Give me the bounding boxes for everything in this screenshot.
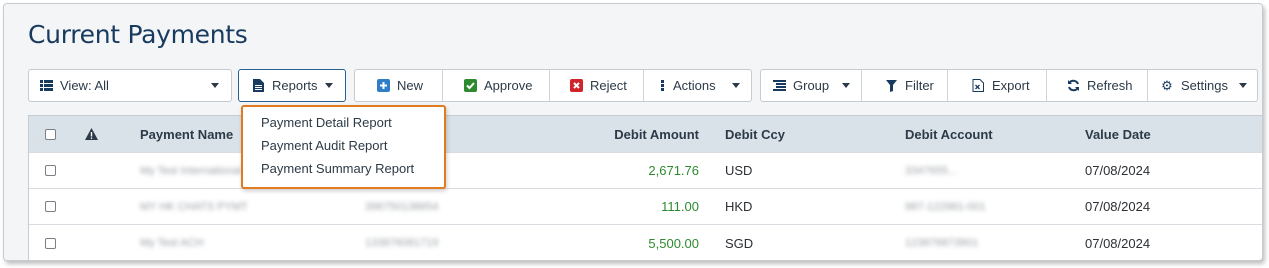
value-date-cell: 07/08/2024 (1085, 163, 1151, 178)
settings-dropdown[interactable]: ⚙ Settings (1147, 70, 1257, 101)
debit-account-cell: 987-122981-001 (905, 200, 986, 213)
table-tools-group: Group Filter Export Refresh ⚙ Settings (760, 69, 1258, 102)
export-button[interactable]: Export (947, 70, 1046, 101)
payment-actions-group: New Approve Reject Actions (354, 69, 752, 102)
chevron-down-icon (732, 83, 740, 88)
chevron-down-icon (211, 83, 219, 88)
column-header-value-date[interactable]: Value Date (1085, 116, 1151, 152)
checkmark-icon (463, 79, 477, 93)
excel-export-icon (971, 79, 985, 93)
value-date-cell: 07/08/2024 (1085, 199, 1151, 214)
group-label: Group (793, 78, 830, 93)
close-icon (569, 79, 583, 93)
debit-amount-cell: 2,671.76 (648, 163, 699, 178)
more-vertical-icon (658, 79, 666, 93)
reports-dropdown-menu: Payment Detail Report Payment Audit Repo… (241, 105, 446, 189)
menu-item-payment-detail-report[interactable]: Payment Detail Report (261, 115, 392, 130)
group-icon (772, 79, 786, 93)
warning-icon (85, 116, 98, 152)
column-header-debit-account[interactable]: Debit Account (905, 116, 993, 152)
select-all-checkbox[interactable] (45, 116, 56, 152)
refresh-icon (1066, 79, 1080, 93)
debit-amount-cell: 111.00 (661, 199, 699, 214)
row-checkbox[interactable] (45, 153, 56, 188)
new-label: New (397, 78, 424, 93)
payment-name-cell: My Test International (140, 164, 242, 177)
reject-button[interactable]: Reject (549, 70, 643, 101)
payment-name-cell: My Test ACH (140, 237, 204, 249)
column-header-debit-ccy[interactable]: Debit Ccy (725, 116, 785, 152)
reject-label: Reject (590, 78, 627, 93)
view-dropdown[interactable]: View: All (28, 69, 232, 102)
list-icon (39, 79, 53, 93)
chevron-down-icon (1239, 83, 1247, 88)
reports-label: Reports (272, 78, 318, 93)
debit-ccy-cell: USD (725, 163, 753, 178)
settings-label: Settings (1181, 78, 1228, 93)
chevron-down-icon (842, 83, 850, 88)
reports-button[interactable]: Reports (238, 69, 346, 102)
column-header-debit-amount[interactable]: Debit Amount (569, 116, 699, 152)
debit-amount-cell: 5,500.00 (648, 235, 699, 251)
debit-account-cell: 123876873901 (905, 237, 979, 249)
row-checkbox[interactable] (45, 225, 56, 260)
table-row[interactable]: My Test ACH 133876081719 5,500.00 SGD 12… (29, 225, 1262, 260)
value-date-cell: 07/08/2024 (1085, 235, 1151, 251)
column-header-payment-name[interactable]: Payment Name (140, 116, 233, 152)
row-checkbox[interactable] (45, 189, 56, 224)
table-row[interactable]: My Test International 2,671.76 USD 33476… (29, 153, 1262, 189)
plus-icon (376, 79, 390, 93)
payment-name-cell: MY HK CHATS PYMT (140, 200, 248, 213)
table-header-row: Payment Name Debit Amount Debit Ccy Debi… (29, 116, 1262, 153)
debit-ccy-cell: SGD (725, 235, 754, 251)
gear-icon: ⚙ (1161, 77, 1173, 93)
approve-label: Approve (484, 78, 533, 93)
debit-account-cell: 3347655... (905, 164, 957, 177)
filter-icon (884, 79, 898, 93)
approve-button[interactable]: Approve (442, 70, 549, 101)
refresh-button[interactable]: Refresh (1046, 70, 1147, 101)
document-icon (251, 79, 265, 93)
new-button[interactable]: New (355, 70, 442, 101)
debit-ccy-cell: HKD (725, 199, 753, 214)
filter-label: Filter (905, 78, 934, 93)
refresh-label: Refresh (1087, 78, 1133, 93)
menu-item-payment-summary-report[interactable]: Payment Summary Report (261, 161, 414, 176)
group-dropdown[interactable]: Group (761, 70, 861, 101)
table-row[interactable]: MY HK CHATS PYMT 396750138654 111.00 HKD… (29, 189, 1262, 225)
reference-cell: 133876081719 (365, 237, 439, 249)
menu-item-payment-audit-report[interactable]: Payment Audit Report (261, 138, 387, 153)
view-label: View: All (60, 78, 109, 93)
reference-cell: 396750138654 (365, 200, 439, 213)
chevron-down-icon (325, 83, 333, 88)
current-payments-panel: Current Payments View: All Reports New A… (3, 3, 1263, 261)
filter-button[interactable]: Filter (861, 70, 947, 101)
actions-label: Actions (673, 78, 716, 93)
export-label: Export (992, 78, 1030, 93)
actions-dropdown[interactable]: Actions (643, 70, 751, 101)
page-title: Current Payments (28, 20, 248, 49)
payments-table: Payment Name Debit Amount Debit Ccy Debi… (28, 115, 1262, 260)
